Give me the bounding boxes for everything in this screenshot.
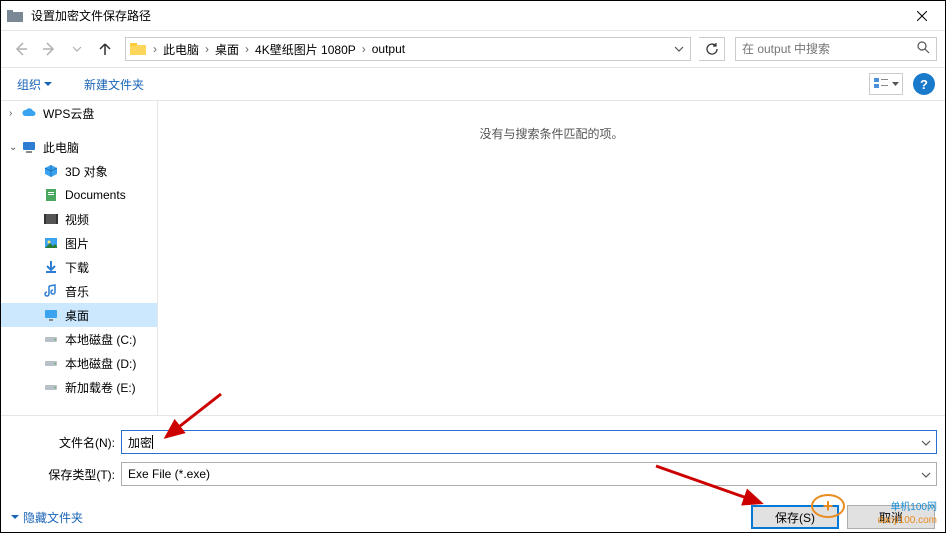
chevron-down-icon	[892, 82, 899, 86]
sidebar-item-pc-1[interactable]: ⌄ 此电脑	[1, 135, 157, 159]
empty-message: 没有与搜索条件匹配的项。	[479, 125, 623, 415]
filename-label: 文件名(N):	[9, 434, 121, 451]
drive-icon	[43, 379, 59, 395]
chevron-down-icon	[674, 46, 684, 52]
breadcrumb-3[interactable]: output	[369, 42, 408, 56]
sidebar-item-label: Documents	[65, 188, 126, 202]
music-icon	[43, 283, 59, 299]
titlebar: 设置加密文件保存路径	[1, 1, 945, 31]
breadcrumb-sep[interactable]: ›	[202, 42, 212, 56]
sidebar-item-drive-10[interactable]: 本地磁盘 (D:)	[1, 351, 157, 375]
sidebar-item-label: 本地磁盘 (D:)	[65, 355, 136, 372]
back-icon	[13, 41, 29, 57]
sidebar-item-desktop-8[interactable]: 桌面	[1, 303, 157, 327]
sidebar-item-cloud-0[interactable]: › WPS云盘	[1, 101, 157, 125]
breadcrumb-sep[interactable]: ›	[150, 42, 160, 56]
chevron-down-icon	[44, 82, 52, 87]
toolbar: 组织 新建文件夹 ?	[1, 67, 945, 101]
chevron-down-icon	[921, 440, 931, 446]
desktop-icon	[43, 307, 59, 323]
hide-folders-label: 隐藏文件夹	[23, 509, 83, 526]
sidebar-item-label: 3D 对象	[65, 163, 108, 180]
app-icon	[7, 8, 23, 24]
sidebar-item-doc-3[interactable]: Documents	[1, 183, 157, 207]
address-dropdown[interactable]	[668, 46, 690, 52]
search-input[interactable]	[742, 42, 917, 56]
breadcrumb-2[interactable]: 4K壁纸图片 1080P	[252, 41, 359, 58]
filename-dropdown[interactable]	[916, 435, 936, 449]
chevron-down-icon	[72, 46, 82, 52]
sidebar-item-drive-11[interactable]: 新加载卷 (E:)	[1, 375, 157, 399]
search-box[interactable]	[735, 37, 937, 61]
sidebar[interactable]: › WPS云盘 ⌄ 此电脑 3D 对象 Documents 视频图片下载音乐桌面本地磁盘 (…	[1, 101, 158, 415]
pc-icon	[21, 139, 37, 155]
text-caret	[152, 435, 153, 449]
refresh-button[interactable]	[699, 37, 725, 61]
form-area: 文件名(N): 加密 保存类型(T): Exe File (*.exe)	[1, 415, 945, 486]
filetype-dropdown[interactable]	[916, 467, 936, 481]
save-button[interactable]: 保存(S)	[751, 505, 839, 529]
breadcrumb-0[interactable]: 此电脑	[160, 41, 202, 58]
sidebar-item-drive-9[interactable]: 本地磁盘 (C:)	[1, 327, 157, 351]
video-icon	[43, 211, 59, 227]
sidebar-item-label: WPS云盘	[43, 105, 94, 122]
recent-button[interactable]	[65, 37, 89, 61]
sidebar-item-video-4[interactable]: 视频	[1, 207, 157, 231]
navbar: › 此电脑› 桌面› 4K壁纸图片 1080P› output	[1, 31, 945, 67]
new-folder-button[interactable]: 新建文件夹	[78, 73, 150, 96]
filetype-combo[interactable]: Exe File (*.exe)	[121, 462, 937, 486]
drive-icon	[43, 355, 59, 371]
filetype-label: 保存类型(T):	[9, 466, 121, 483]
folder-icon	[129, 40, 147, 58]
cloud-icon	[21, 105, 37, 121]
sidebar-item-label: 下载	[65, 259, 89, 276]
organize-menu[interactable]: 组织	[11, 73, 58, 96]
search-icon	[917, 41, 930, 57]
sidebar-item-label: 桌面	[65, 307, 89, 324]
sidebar-item-label: 此电脑	[43, 139, 79, 156]
back-button[interactable]	[9, 37, 33, 61]
filetype-value: Exe File (*.exe)	[122, 467, 916, 481]
view-icon	[874, 78, 888, 90]
sidebar-item-label: 视频	[65, 211, 89, 228]
sidebar-item-label: 图片	[65, 235, 89, 252]
sidebar-item-3d-2[interactable]: 3D 对象	[1, 159, 157, 183]
sidebar-item-label: 音乐	[65, 283, 89, 300]
sidebar-item-download-6[interactable]: 下载	[1, 255, 157, 279]
chevron-down-icon	[11, 515, 19, 520]
view-button[interactable]	[869, 73, 903, 95]
hide-folders-button[interactable]: 隐藏文件夹	[11, 509, 83, 526]
chevron-down-icon	[921, 472, 931, 478]
close-button[interactable]	[899, 1, 945, 30]
help-button[interactable]: ?	[913, 73, 935, 95]
doc-icon	[43, 187, 59, 203]
window-title: 设置加密文件保存路径	[31, 7, 899, 24]
filename-input[interactable]: 加密	[128, 434, 152, 451]
breadcrumb-sep[interactable]: ›	[359, 42, 369, 56]
organize-label: 组织	[17, 76, 41, 93]
forward-button[interactable]	[37, 37, 61, 61]
download-icon	[43, 259, 59, 275]
expand-icon[interactable]: ⌄	[9, 142, 19, 153]
filename-field-wrap[interactable]: 加密	[121, 430, 937, 454]
up-icon	[97, 41, 113, 57]
close-icon	[917, 11, 927, 21]
cancel-button[interactable]: 取消	[847, 505, 935, 529]
breadcrumb-1[interactable]: 桌面	[212, 41, 242, 58]
up-button[interactable]	[93, 37, 117, 61]
sidebar-item-pic-5[interactable]: 图片	[1, 231, 157, 255]
footer: 隐藏文件夹 保存(S) 取消	[1, 494, 945, 540]
sidebar-item-label: 新加载卷 (E:)	[65, 379, 136, 396]
file-pane[interactable]: 没有与搜索条件匹配的项。	[158, 101, 945, 415]
sidebar-item-music-7[interactable]: 音乐	[1, 279, 157, 303]
sidebar-item-label: 本地磁盘 (C:)	[65, 331, 136, 348]
pic-icon	[43, 235, 59, 251]
3d-icon	[43, 163, 59, 179]
address-bar[interactable]: › 此电脑› 桌面› 4K壁纸图片 1080P› output	[125, 37, 691, 61]
expand-icon[interactable]: ›	[9, 108, 19, 119]
forward-icon	[41, 41, 57, 57]
refresh-icon	[705, 42, 719, 56]
drive-icon	[43, 331, 59, 347]
breadcrumb-sep[interactable]: ›	[242, 42, 252, 56]
